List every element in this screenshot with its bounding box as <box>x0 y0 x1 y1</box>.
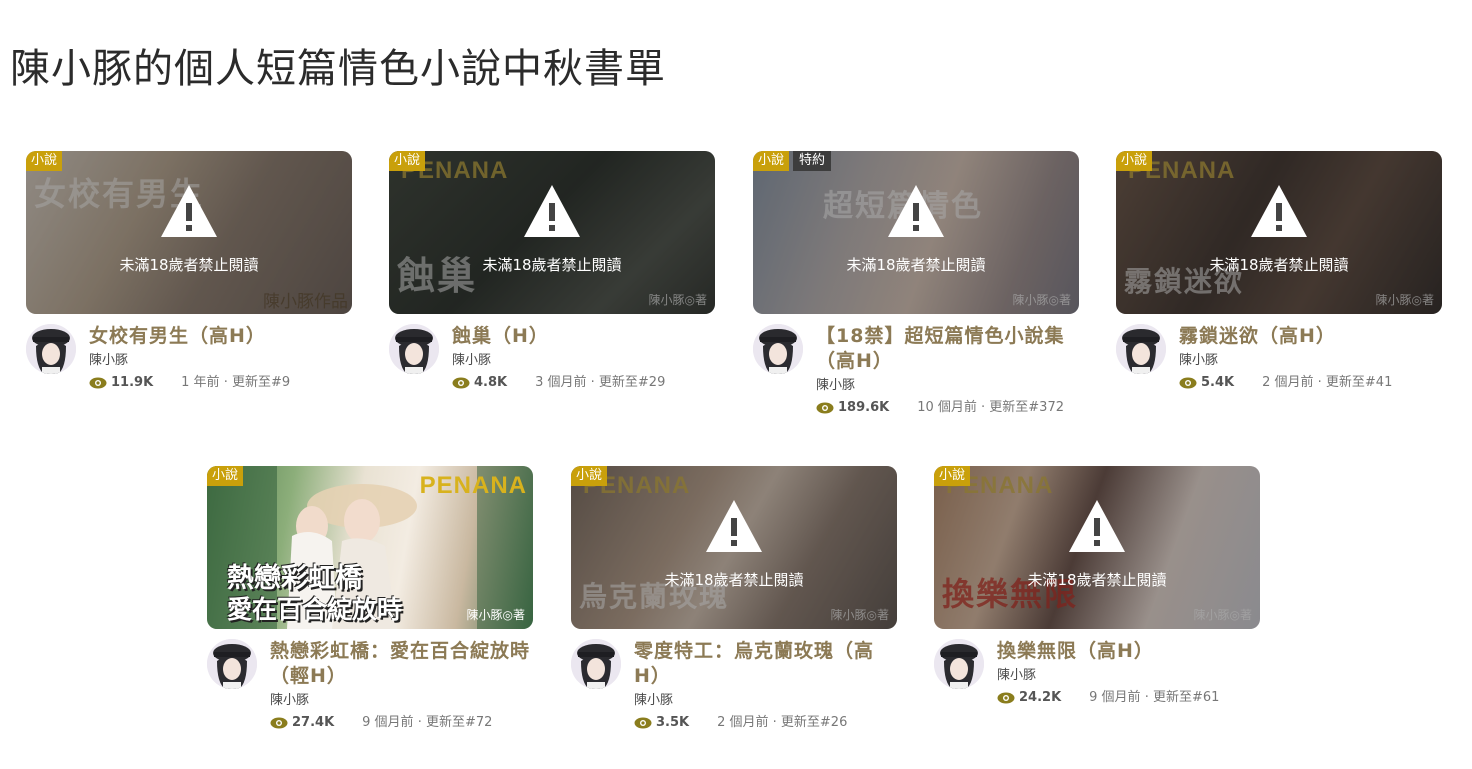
update-info: 2 個月前 · 更新至#41 <box>1262 375 1393 390</box>
author-name[interactable]: 陳小豚 <box>89 351 351 370</box>
author-name[interactable]: 陳小豚 <box>1179 351 1441 370</box>
novel-tag: 小說 <box>207 466 244 486</box>
view-count: 5.4K <box>1201 375 1235 390</box>
book-card[interactable]: PENANA 蝕巢 陳小豚◎著 小說 未滿18歲者禁止閱讀 蝕巢（H） 陳小豚 … <box>389 151 715 434</box>
book-card[interactable]: PENANA 換樂無限 陳小豚◎著 小說 未滿18歲者禁止閱讀 換樂無限（高H）… <box>934 466 1260 749</box>
book-cover[interactable]: PENANA 烏克蘭玫瑰 陳小豚◎著 小說 未滿18歲者禁止閱讀 <box>571 466 897 629</box>
update-info: 9 個月前 · 更新至#61 <box>1089 690 1220 705</box>
book-card[interactable]: 超短篇情色 陳小豚◎著 小說 特約 未滿18歲者禁止閱讀 【18禁】超短篇情色小… <box>753 151 1079 434</box>
age-warning-text: 未滿18歲者禁止閱讀 <box>1209 256 1349 274</box>
eye-icon <box>634 717 652 729</box>
eye-icon <box>452 377 470 389</box>
novel-tag: 小說 <box>753 151 790 171</box>
warning-icon <box>524 185 580 237</box>
eye-icon <box>997 692 1015 704</box>
warning-icon <box>888 185 944 237</box>
warning-icon <box>706 500 762 552</box>
book-title[interactable]: 零度特工：烏克蘭玫瑰（高H） <box>634 639 896 689</box>
update-info: 10 個月前 · 更新至#372 <box>917 400 1064 415</box>
novel-tag: 小說 <box>1116 151 1153 171</box>
author-avatar[interactable] <box>207 639 257 689</box>
cover-brand-text: PENANA <box>419 472 527 499</box>
book-cover[interactable]: PENANA 熱戀彩虹橋 愛在百合綻放時 陳小豚◎著 小說 <box>207 466 533 629</box>
author-name[interactable]: 陳小豚 <box>997 666 1259 685</box>
book-card[interactable]: PENANA 霧鎖迷欲 陳小豚◎著 小說 未滿18歲者禁止閱讀 霧鎖迷欲（高H）… <box>1116 151 1442 434</box>
book-stats: 11.9K 1 年前 · 更新至#9 <box>89 374 351 392</box>
warning-icon <box>161 185 217 237</box>
book-card[interactable]: PENANA 烏克蘭玫瑰 陳小豚◎著 小說 未滿18歲者禁止閱讀 零度特工：烏克… <box>571 466 897 749</box>
book-cover[interactable]: 女校有男生 陳小豚作品 小說 未滿18歲者禁止閱讀 <box>26 151 352 314</box>
eye-icon <box>270 717 288 729</box>
eye-icon <box>1179 377 1197 389</box>
author-avatar[interactable] <box>753 324 803 374</box>
author-name[interactable]: 陳小豚 <box>816 376 1078 395</box>
update-info: 1 年前 · 更新至#9 <box>181 375 291 390</box>
eye-icon <box>89 377 107 389</box>
book-card[interactable]: PENANA 熱戀彩虹橋 愛在百合綻放時 陳小豚◎著 小說 熱戀彩虹橋：愛在百合… <box>207 466 533 749</box>
view-count: 3.5K <box>656 715 690 730</box>
warning-icon <box>1069 500 1125 552</box>
author-name[interactable]: 陳小豚 <box>452 351 714 370</box>
view-count: 189.6K <box>838 400 890 415</box>
book-cover[interactable]: PENANA 蝕巢 陳小豚◎著 小說 未滿18歲者禁止閱讀 <box>389 151 715 314</box>
author-avatar[interactable] <box>934 639 984 689</box>
view-count: 24.2K <box>1019 690 1062 705</box>
exclusive-tag: 特約 <box>793 151 832 171</box>
book-title[interactable]: 女校有男生（高H） <box>89 324 351 349</box>
book-title[interactable]: 換樂無限（高H） <box>997 639 1259 664</box>
view-count: 27.4K <box>292 715 335 730</box>
author-avatar[interactable] <box>571 639 621 689</box>
book-cover[interactable]: 超短篇情色 陳小豚◎著 小說 特約 未滿18歲者禁止閱讀 <box>753 151 1079 314</box>
book-stats: 4.8K 3 個月前 · 更新至#29 <box>452 374 714 392</box>
cover-author-stamp: 陳小豚◎著 <box>466 608 525 622</box>
book-stats: 3.5K 2 個月前 · 更新至#26 <box>634 714 896 732</box>
book-stats: 24.2K 9 個月前 · 更新至#61 <box>997 689 1259 707</box>
book-stats: 189.6K 10 個月前 · 更新至#372 <box>816 399 1078 417</box>
view-count: 4.8K <box>474 375 508 390</box>
age-warning-text: 未滿18歲者禁止閱讀 <box>664 571 804 589</box>
author-name[interactable]: 陳小豚 <box>270 691 532 710</box>
update-info: 3 個月前 · 更新至#29 <box>535 375 666 390</box>
author-avatar[interactable] <box>26 324 76 374</box>
author-avatar[interactable] <box>1116 324 1166 374</box>
view-count: 11.9K <box>111 375 154 390</box>
author-name[interactable]: 陳小豚 <box>634 691 896 710</box>
age-warning-text: 未滿18歲者禁止閱讀 <box>119 256 259 274</box>
eye-icon <box>816 402 834 414</box>
book-stats: 27.4K 9 個月前 · 更新至#72 <box>270 714 532 732</box>
page-title: 陳小豚的個人短篇情色小說中秋書單 <box>10 46 666 92</box>
age-warning-text: 未滿18歲者禁止閱讀 <box>482 256 622 274</box>
book-stats: 5.4K 2 個月前 · 更新至#41 <box>1179 374 1441 392</box>
novel-tag: 小說 <box>389 151 426 171</box>
update-info: 2 個月前 · 更新至#26 <box>717 715 848 730</box>
book-title[interactable]: 霧鎖迷欲（高H） <box>1179 324 1441 349</box>
book-cover[interactable]: PENANA 霧鎖迷欲 陳小豚◎著 小說 未滿18歲者禁止閱讀 <box>1116 151 1442 314</box>
book-title[interactable]: 熱戀彩虹橋：愛在百合綻放時（輕H） <box>270 639 532 689</box>
cover-subtitle-text: 愛在百合綻放時 <box>227 595 403 624</box>
novel-tag: 小說 <box>26 151 63 171</box>
book-cover[interactable]: PENANA 換樂無限 陳小豚◎著 小說 未滿18歲者禁止閱讀 <box>934 466 1260 629</box>
book-card[interactable]: 女校有男生 陳小豚作品 小說 未滿18歲者禁止閱讀 女校有男生（高H） 陳小豚 … <box>26 151 352 434</box>
author-avatar[interactable] <box>389 324 439 374</box>
novel-tag: 小說 <box>934 466 971 486</box>
book-title[interactable]: 蝕巢（H） <box>452 324 714 349</box>
novel-tag: 小說 <box>571 466 608 486</box>
age-warning-text: 未滿18歲者禁止閱讀 <box>1027 571 1167 589</box>
book-title[interactable]: 【18禁】超短篇情色小說集（高H） <box>816 324 1078 374</box>
age-warning-text: 未滿18歲者禁止閱讀 <box>846 256 986 274</box>
update-info: 9 個月前 · 更新至#72 <box>362 715 493 730</box>
warning-icon <box>1251 185 1307 237</box>
